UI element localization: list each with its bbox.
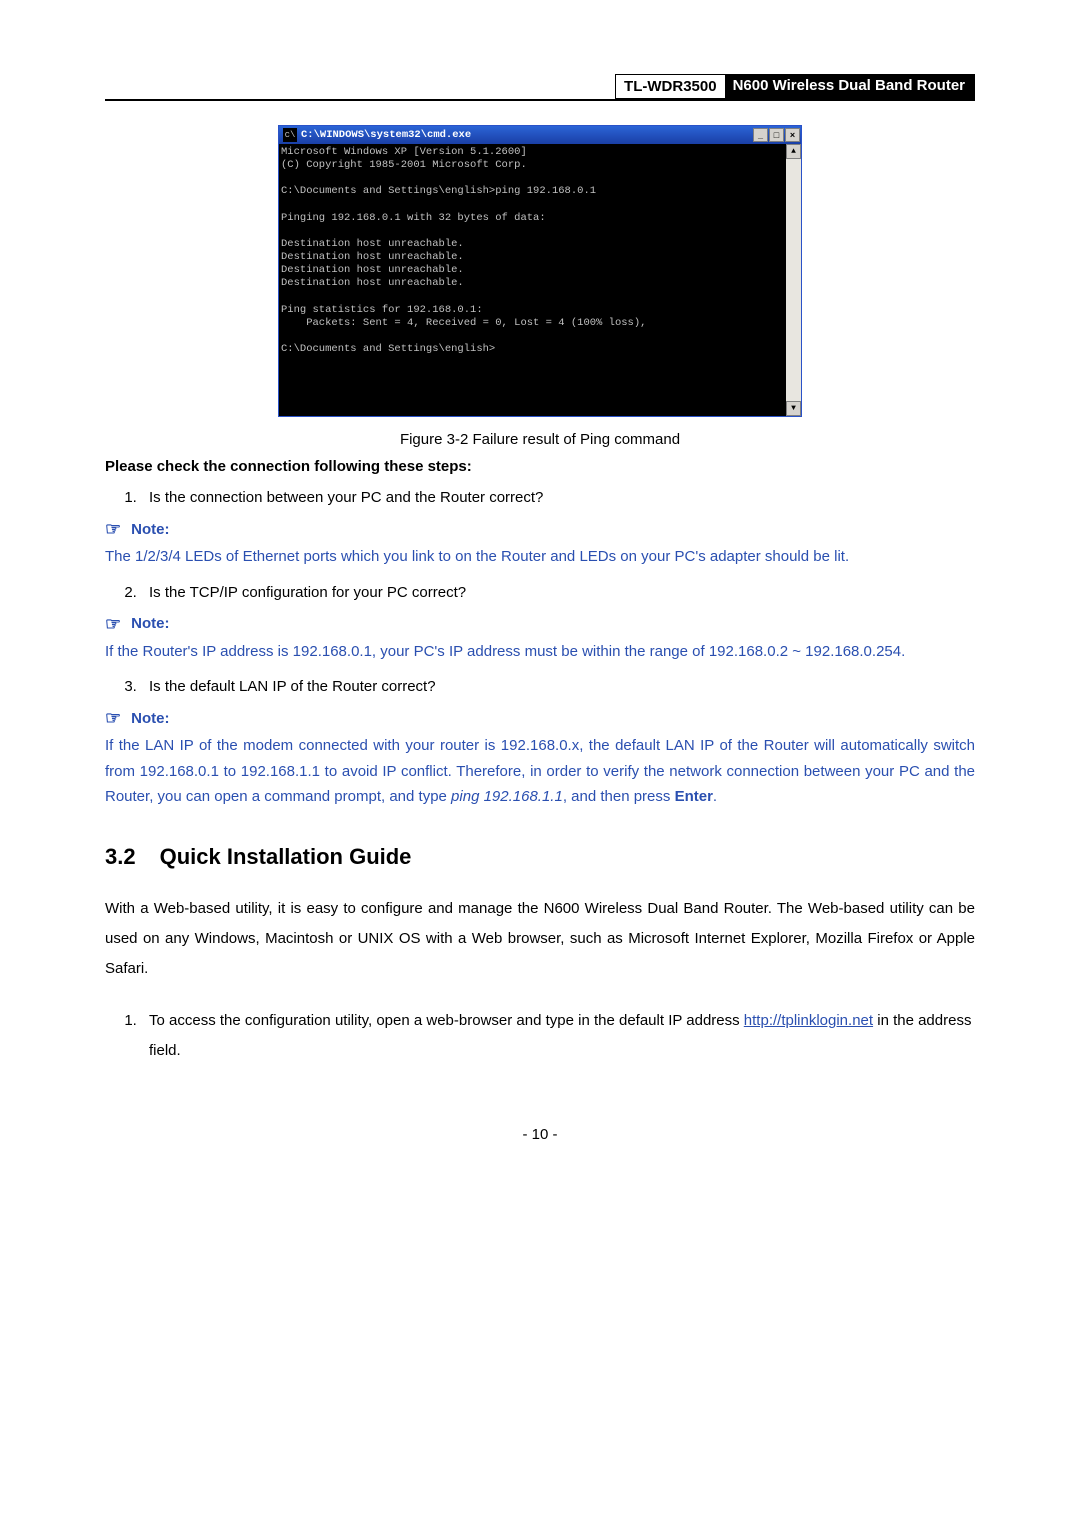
header-product: N600 Wireless Dual Band Router	[725, 74, 975, 99]
check-heading: Please check the connection following th…	[105, 458, 975, 475]
note-heading-3: ☞ Note:	[105, 709, 975, 727]
tplink-login-link[interactable]: http://tplinklogin.net	[744, 1012, 873, 1029]
step-1: Is the connection between your PC and th…	[141, 489, 975, 506]
pointing-hand-icon: ☞	[105, 709, 121, 727]
pointing-hand-icon: ☞	[105, 615, 121, 633]
minimize-button[interactable]: _	[753, 128, 768, 142]
intro-paragraph: With a Web-based utility, it is easy to …	[105, 894, 975, 984]
page-number: - 10 -	[105, 1126, 975, 1143]
section-number: 3.2	[105, 844, 136, 870]
section-title-text: Quick Installation Guide	[160, 844, 412, 869]
note-heading-2: ☞ Note:	[105, 615, 975, 633]
note3-suffix: .	[713, 788, 717, 805]
cmd-icon: c\	[283, 128, 297, 142]
note-body-2: If the Router's IP address is 192.168.0.…	[105, 639, 975, 665]
figure-caption: Figure 3-2 Failure result of Ping comman…	[105, 431, 975, 448]
note-label: Note:	[131, 615, 169, 632]
cmd-titlebar: c\ C:\WINDOWS\system32\cmd.exe _ □ ×	[279, 126, 801, 144]
header-model: TL-WDR3500	[615, 74, 725, 99]
scroll-down-icon[interactable]: ▼	[786, 401, 801, 416]
section-heading: 3.2 Quick Installation Guide	[105, 844, 975, 870]
maximize-button[interactable]: □	[769, 128, 784, 142]
scroll-track[interactable]	[786, 159, 801, 401]
note-heading-1: ☞ Note:	[105, 520, 975, 538]
qig-step-1: To access the configuration utility, ope…	[141, 1006, 975, 1066]
pointing-hand-icon: ☞	[105, 520, 121, 538]
cmd-scrollbar[interactable]: ▲ ▼	[786, 144, 801, 416]
note-label: Note:	[131, 710, 169, 727]
note3-command: ping 192.168.1.1	[451, 788, 563, 805]
header-rule	[105, 99, 975, 101]
qig1-prefix: To access the configuration utility, ope…	[149, 1012, 744, 1029]
cmd-window: c\ C:\WINDOWS\system32\cmd.exe _ □ × Mic…	[278, 125, 802, 417]
note3-mid: , and then press	[563, 788, 675, 805]
step-3: Is the default LAN IP of the Router corr…	[141, 678, 975, 695]
note3-enter: Enter	[675, 788, 713, 805]
note-body-3: If the LAN IP of the modem connected wit…	[105, 733, 975, 810]
page-header: TL-WDR3500 N600 Wireless Dual Band Route…	[105, 74, 975, 99]
cmd-output: Microsoft Windows XP [Version 5.1.2600] …	[279, 144, 786, 416]
note-body-1: The 1/2/3/4 LEDs of Ethernet ports which…	[105, 544, 975, 570]
step-2: Is the TCP/IP configuration for your PC …	[141, 584, 975, 601]
scroll-up-icon[interactable]: ▲	[786, 144, 801, 159]
note-label: Note:	[131, 521, 169, 538]
close-button[interactable]: ×	[785, 128, 800, 142]
cmd-title: C:\WINDOWS\system32\cmd.exe	[301, 129, 753, 141]
